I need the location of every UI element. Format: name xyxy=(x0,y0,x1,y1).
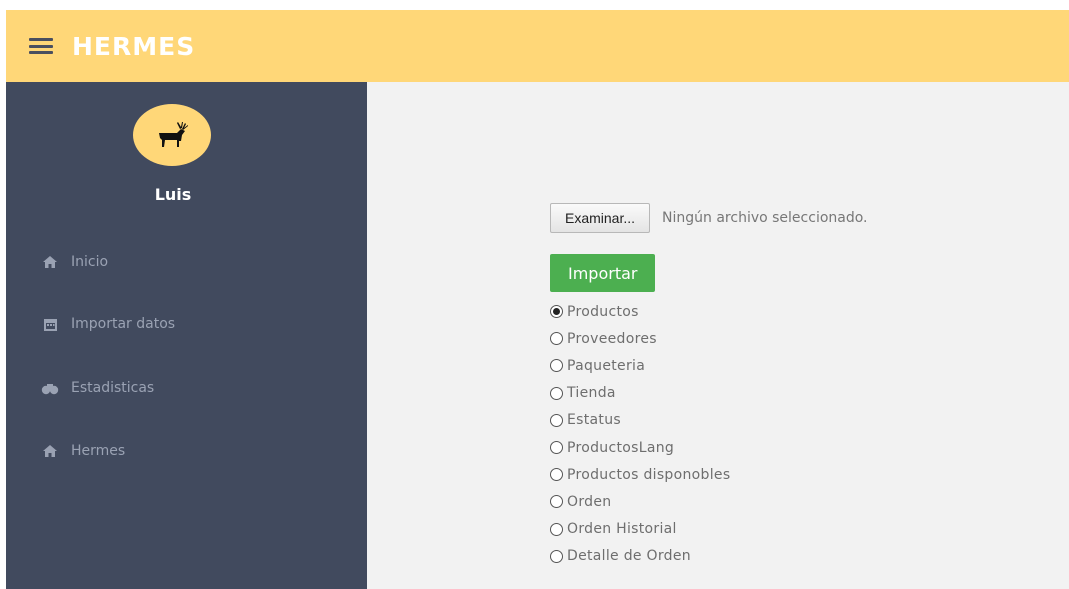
sidebar-item-inicio[interactable]: Inicio xyxy=(41,250,108,274)
deer-icon xyxy=(159,122,188,147)
main-content: Examinar... Ningún archivo seleccionado.… xyxy=(367,82,1069,589)
radio-button[interactable] xyxy=(550,441,563,455)
radio-option[interactable]: Orden Historial xyxy=(550,516,730,543)
radio-option[interactable]: Tienda xyxy=(550,380,730,407)
radio-button[interactable] xyxy=(550,495,563,509)
radio-option[interactable]: Paqueteria xyxy=(550,352,730,379)
avatar xyxy=(133,104,211,166)
file-status-text: Ningún archivo seleccionado. xyxy=(662,210,868,226)
import-type-radio-group: Productos Proveedores Paqueteria Tienda … xyxy=(550,298,730,570)
radio-button[interactable] xyxy=(550,359,563,373)
hamburger-menu-icon[interactable] xyxy=(29,38,53,54)
radio-option[interactable]: Productos xyxy=(550,298,730,325)
sidebar-item-importar-datos[interactable]: Importar datos xyxy=(41,312,175,336)
top-bar: HERMES xyxy=(6,10,1069,82)
radio-button[interactable] xyxy=(550,549,563,563)
sidebar-item-hermes[interactable]: Hermes xyxy=(41,439,125,463)
radio-option[interactable]: Orden xyxy=(550,488,730,515)
sidebar: Luis Inicio Importar datos Estadisticas … xyxy=(6,82,367,589)
user-name: Luis xyxy=(154,185,192,204)
radio-option[interactable]: Proveedores xyxy=(550,325,730,352)
browse-button[interactable]: Examinar... xyxy=(550,203,651,233)
import-button[interactable]: Importar xyxy=(550,254,656,292)
radio-button[interactable] xyxy=(550,332,563,346)
home-icon xyxy=(41,254,59,270)
radio-button[interactable] xyxy=(550,386,563,400)
radio-button[interactable] xyxy=(550,305,563,319)
radio-button[interactable] xyxy=(550,413,563,427)
sidebar-item-label: Estadisticas xyxy=(71,380,155,396)
file-input: Examinar... Ningún archivo seleccionado. xyxy=(550,203,868,233)
sidebar-item-label: Hermes xyxy=(71,443,126,459)
calendar-icon xyxy=(41,316,59,332)
sidebar-item-estadisticas[interactable]: Estadisticas xyxy=(41,376,154,400)
sidebar-item-label: Inicio xyxy=(71,254,109,270)
tachometer-icon xyxy=(41,380,59,396)
radio-option[interactable]: Detalle de Orden xyxy=(550,543,730,570)
app-frame: HERMES Luis Inicio Importar datos Estadi… xyxy=(6,10,1069,589)
radio-option[interactable]: Productos disponobles xyxy=(550,461,730,488)
radio-button[interactable] xyxy=(550,522,563,536)
home-icon xyxy=(41,443,59,459)
radio-option[interactable]: ProductosLang xyxy=(550,434,730,461)
radio-option[interactable]: Estatus xyxy=(550,407,730,434)
radio-button[interactable] xyxy=(550,468,563,482)
app-title: HERMES xyxy=(72,31,196,61)
sidebar-item-label: Importar datos xyxy=(71,316,176,332)
